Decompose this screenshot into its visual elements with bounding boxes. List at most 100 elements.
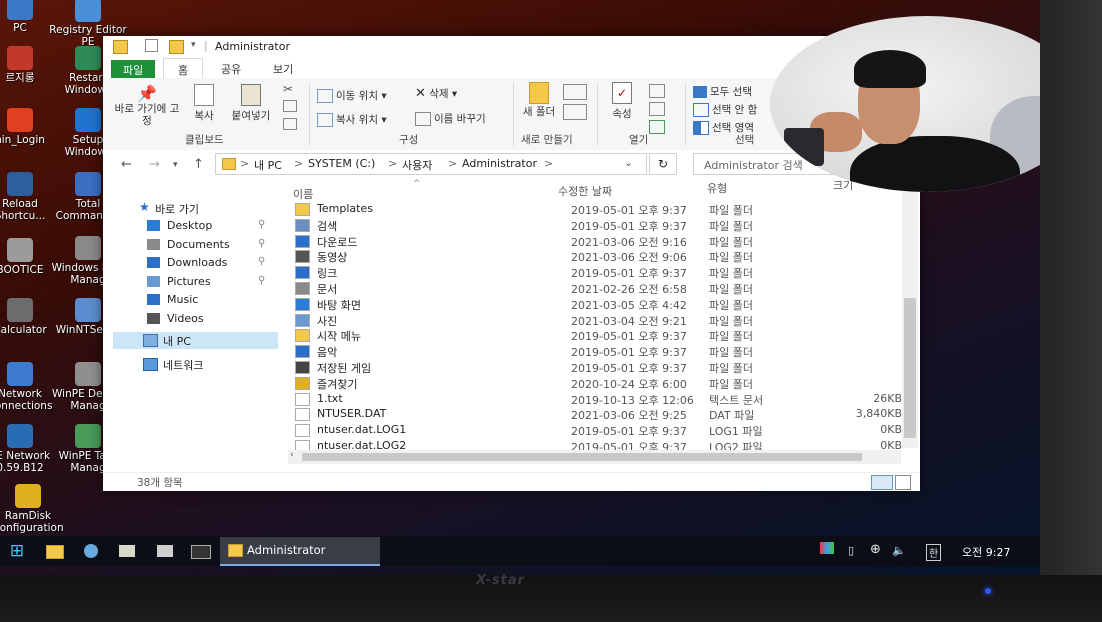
app-taskbar-icon[interactable] <box>157 545 173 557</box>
file-row[interactable]: 다운로드 2021-03-06 오전 9:16 파일 폴더 <box>291 233 906 249</box>
file-row[interactable]: 문서 2021-02-26 오전 6:58 파일 폴더 <box>291 280 906 296</box>
monitor-bezel-right <box>1040 0 1102 622</box>
move-to-button[interactable]: 이동 위치 ▾ <box>317 88 387 103</box>
nav-item-music[interactable]: Music <box>113 292 278 309</box>
volume-tray-icon[interactable]: 🔈 <box>892 544 906 557</box>
breadcrumb-this-pc[interactable]: 내 PC <box>254 157 282 173</box>
copy-to-label: 복사 위치 <box>336 114 378 126</box>
easy-access-icon[interactable] <box>563 104 587 120</box>
network-taskbar-icon[interactable] <box>84 544 98 558</box>
file-row[interactable]: ntuser.dat.LOG1 2019-05-01 오후 9:37 LOG1 파일… <box>291 422 906 438</box>
scroll-left-icon[interactable]: ‹ <box>290 450 294 460</box>
nav-item-documents[interactable]: Documents ⚲ <box>113 237 278 254</box>
globe-tray-icon[interactable]: ⊕ <box>870 542 881 557</box>
nav-item-label: Desktop <box>167 219 213 232</box>
file-row[interactable]: Templates 2019-05-01 오후 9:37 파일 폴더 <box>291 201 906 217</box>
file-row[interactable]: 시작 메뉴 2019-05-01 오후 9:37 파일 폴더 <box>291 327 906 343</box>
copy-path-icon[interactable] <box>283 100 297 112</box>
file-row[interactable]: 음악 2019-05-01 오후 9:37 파일 폴더 <box>291 343 906 359</box>
large-icons-view-icon[interactable] <box>895 475 911 490</box>
copy-to-button[interactable]: 복사 위치 ▾ <box>317 112 387 127</box>
properties-button[interactable]: ✓ 속성 <box>605 82 639 121</box>
address-dropdown-icon[interactable]: ⌄ <box>624 156 633 169</box>
scroll-thumb[interactable] <box>904 298 916 438</box>
pin-icon: ⚲ <box>258 219 266 230</box>
nav-item-videos[interactable]: Videos <box>113 311 278 328</box>
file-row[interactable]: 1.txt 2019-10-13 오후 12:06 텍스트 문서 26KB <box>291 391 906 407</box>
pin-quick-access-button[interactable]: 📌 바로 가기에 고정 <box>111 84 183 127</box>
cmd-taskbar-icon[interactable] <box>191 545 211 559</box>
rename-button[interactable]: 이름 바꾸기 <box>415 111 486 126</box>
vertical-scrollbar[interactable] <box>902 186 918 448</box>
shortcut-icon <box>7 298 33 322</box>
select-all-button[interactable]: 모두 선택 <box>693 84 752 99</box>
new-folder-button[interactable]: 새 폴더 <box>521 82 557 118</box>
file-row[interactable]: 저장된 게임 2019-05-01 오후 9:37 파일 폴더 <box>291 359 906 375</box>
file-row[interactable]: 사진 2021-03-04 오전 9:21 파일 폴더 <box>291 312 906 328</box>
forward-arrow-icon[interactable]: → <box>149 157 160 172</box>
properties-quick-icon[interactable] <box>145 39 158 52</box>
nav-item-downloads[interactable]: Downloads ⚲ <box>113 255 278 272</box>
file-row[interactable]: 검색 2019-05-01 오후 9:37 파일 폴더 <box>291 217 906 233</box>
back-arrow-icon[interactable]: ← <box>121 157 132 172</box>
nav-item-label: Downloads <box>167 256 228 269</box>
column-header-date[interactable]: 수정한 날짜 <box>558 183 612 199</box>
details-view-icon[interactable] <box>871 475 893 490</box>
refresh-button[interactable]: ↻ <box>649 153 677 175</box>
file-type: 텍스트 문서 <box>709 393 764 407</box>
paste-shortcut-icon[interactable] <box>283 118 297 130</box>
cut-icon[interactable]: ✂ <box>283 82 293 96</box>
open-group-label: 열기 <box>629 134 649 146</box>
select-none-icon <box>693 103 709 117</box>
nav-quick-access[interactable]: ★ 바로 가기 <box>113 200 278 217</box>
up-arrow-icon[interactable]: ↑ <box>193 157 204 172</box>
file-row[interactable]: 링크 2019-05-01 오후 9:37 파일 폴더 <box>291 264 906 280</box>
breadcrumb-administrator[interactable]: Administrator <box>462 157 537 170</box>
paste-button[interactable]: 붙여넣기 <box>225 84 277 123</box>
file-date: 2019-10-13 오후 12:06 <box>571 393 694 407</box>
column-header-name[interactable]: 이름 <box>293 186 313 202</box>
edit-icon[interactable] <box>649 102 665 116</box>
scroll-thumb[interactable] <box>302 453 862 461</box>
color-tray-icon[interactable] <box>820 542 834 554</box>
delete-button[interactable]: ✕ 삭제 ▾ <box>415 86 457 101</box>
horizontal-scrollbar[interactable]: ‹ <box>288 450 901 464</box>
monitor-brand: X-star <box>476 573 526 588</box>
nav-this-pc[interactable]: 내 PC <box>113 332 278 349</box>
power-led <box>985 588 991 594</box>
explorer-taskbar-icon[interactable] <box>46 545 64 559</box>
breadcrumb-drive-c[interactable]: SYSTEM (C:) <box>308 157 375 170</box>
history-icon[interactable] <box>649 120 665 134</box>
nav-item-pictures[interactable]: Pictures ⚲ <box>113 274 278 291</box>
taskbar-clock[interactable]: 오전 9:27 <box>962 544 1010 560</box>
nav-item-label: Pictures <box>167 274 211 288</box>
copy-button[interactable]: 복사 <box>187 84 221 123</box>
invert-selection-icon <box>693 121 709 135</box>
file-row[interactable]: 동영상 2021-03-06 오전 9:06 파일 폴더 <box>291 248 906 264</box>
file-row[interactable]: 즐겨찾기 2020-10-24 오후 6:00 파일 폴더 <box>291 375 906 391</box>
new-folder-quick-icon[interactable] <box>169 40 184 54</box>
file-row[interactable]: NTUSER.DAT 2021-03-06 오전 9:25 DAT 파일 3,840K… <box>291 406 906 422</box>
app-taskbar-icon[interactable] <box>119 545 135 557</box>
file-size: 26KB <box>873 391 902 405</box>
file-row[interactable]: 바탕 화면 2021-03-05 오후 4:42 파일 폴더 <box>291 296 906 312</box>
tab-view[interactable]: 보기 <box>267 61 299 77</box>
address-bar[interactable]: > 내 PC > SYSTEM (C:) > 사용자 > Administrat… <box>215 153 647 175</box>
select-none-button[interactable]: 선택 안 함 <box>693 102 757 117</box>
customize-qat-icon[interactable]: ▾ <box>191 40 196 50</box>
breadcrumb-users[interactable]: 사용자 <box>402 157 432 173</box>
shortcut-icon <box>75 172 101 196</box>
new-item-icon[interactable] <box>563 84 587 100</box>
tab-share[interactable]: 공유 <box>215 61 247 77</box>
start-button-icon[interactable]: ⊞ <box>6 540 28 562</box>
desktop-shortcut[interactable]: RamDisk Configuration <box>0 484 68 534</box>
nav-network[interactable]: 네트워크 <box>113 356 278 373</box>
taskbar-explorer-window[interactable]: Administrator <box>220 537 380 566</box>
ime-indicator[interactable]: 한 <box>926 544 942 561</box>
usb-tray-icon[interactable]: ▯ <box>848 544 854 557</box>
recent-locations-icon[interactable]: ▾ <box>173 160 178 170</box>
open-icon[interactable] <box>649 84 665 98</box>
column-header-type[interactable]: 유형 <box>707 180 727 196</box>
nav-item-desktop[interactable]: Desktop ⚲ <box>113 218 278 235</box>
tab-file[interactable]: 파일 <box>111 60 156 80</box>
